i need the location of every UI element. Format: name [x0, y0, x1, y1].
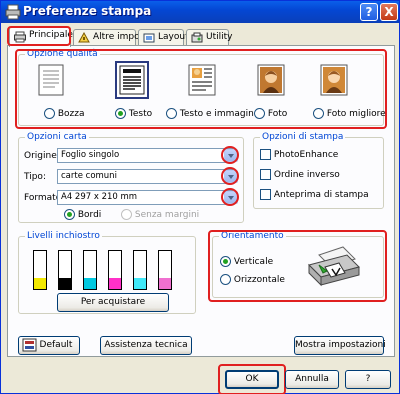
draft-document-icon [38, 64, 64, 96]
ink-cartridge-cap [108, 250, 122, 255]
borderless-option: Senza margini [121, 209, 199, 220]
paper-legend: Opzioni carta [25, 132, 89, 142]
ink-cartridges [33, 250, 183, 292]
title-help-button[interactable]: ? [360, 3, 378, 21]
ink-cartridge [158, 250, 172, 290]
ink-level [159, 277, 171, 289]
layout-icon [143, 33, 155, 43]
quality-radio[interactable] [313, 108, 324, 119]
quality-option-text-image[interactable]: Testo e immagine [166, 108, 259, 119]
window-title: Preferenze stampa [23, 4, 152, 18]
highlight-ring [7, 26, 71, 46]
landscape-radio[interactable] [220, 274, 231, 285]
paper-type-select[interactable]: carte comuni [57, 169, 233, 184]
show-settings-button[interactable]: Mostra impostazioni [294, 336, 386, 355]
tab-layout[interactable]: Layout [138, 29, 189, 46]
tab-altre-impost[interactable]: Altre impost. [73, 29, 151, 46]
ink-level [84, 277, 96, 289]
paper-size-select[interactable]: A4 297 x 210 mm [57, 190, 233, 205]
text-document-icon [119, 65, 145, 95]
ink-cartridge [83, 250, 97, 290]
borders-radio[interactable] [64, 209, 75, 220]
quality-option-text[interactable]: Testo [115, 108, 152, 119]
print-preferences-window: Preferenze stampa ? X Principale Altre i… [0, 0, 400, 394]
title-bar: Preferenze stampa ? X [1, 1, 399, 23]
ink-cartridge [133, 250, 147, 290]
paper-source-label: Origine: [24, 151, 60, 161]
print-options-legend: Opzioni di stampa [260, 132, 346, 142]
photo-document-icon [257, 64, 285, 96]
highlight-circle [221, 188, 239, 206]
quality-option-best-photo[interactable]: Foto migliore [313, 108, 386, 119]
text-and-image-document-icon [188, 64, 216, 96]
quality-option-photo[interactable]: Foto [254, 108, 287, 119]
quality-radio[interactable] [44, 108, 55, 119]
cancel-button[interactable]: Annulla [285, 370, 339, 389]
settings-icon [78, 32, 90, 43]
ink-level [34, 277, 46, 289]
title-close-button[interactable]: X [380, 3, 398, 21]
ink-cartridge [33, 250, 47, 290]
ink-level [109, 277, 121, 289]
ink-cartridge-cap [33, 250, 47, 255]
ink-cartridge [58, 250, 72, 290]
reverse-order-option[interactable]: Ordine inverso [260, 169, 340, 180]
tab-utility[interactable]: Utility [186, 29, 233, 46]
ink-cartridge-cap [158, 250, 172, 255]
paper-source-select[interactable]: Foglio singolo [57, 148, 233, 163]
quality-radio[interactable] [115, 108, 126, 119]
technical-support-button[interactable]: Assistenza tecnica [100, 336, 192, 355]
ink-level [59, 277, 71, 289]
print-preview-option[interactable]: Anteprima di stampa [260, 189, 369, 200]
quality-radio[interactable] [166, 108, 177, 119]
ink-cartridge [108, 250, 122, 290]
utility-icon [191, 32, 203, 43]
tab-label: Layout [158, 32, 189, 42]
tab-label: Utility [206, 32, 233, 42]
ink-cartridge-cap [58, 250, 72, 255]
quality-option-draft[interactable]: Bozza [44, 108, 85, 119]
reverse-order-checkbox[interactable] [260, 169, 271, 180]
best-photo-document-icon [320, 64, 348, 96]
help-button[interactable]: ? [345, 370, 391, 389]
buy-ink-button[interactable]: Per acquistare [57, 293, 169, 312]
print-preview-checkbox[interactable] [260, 189, 271, 200]
ink-level [134, 277, 146, 289]
paper-type-label: Tipo: [24, 172, 46, 182]
printer-orientation-icon [308, 246, 360, 287]
orientation-portrait-option[interactable]: Verticale [220, 256, 273, 267]
default-icon [22, 338, 37, 352]
borderless-radio [121, 209, 132, 220]
highlight-ring [218, 364, 286, 394]
main-panel: Opzione qualità Bozza Testo Testo e imma… [7, 45, 395, 357]
photo-enhance-checkbox[interactable] [260, 149, 271, 160]
portrait-radio[interactable] [220, 256, 231, 267]
highlight-circle [221, 167, 239, 185]
ink-levels-legend: Livelli inchiostro [25, 231, 102, 241]
borders-option[interactable]: Bordi [64, 209, 101, 220]
photo-enhance-option[interactable]: PhotoEnhance [260, 149, 338, 160]
printer-icon [5, 4, 21, 20]
ink-cartridge-cap [133, 250, 147, 255]
highlight-circle [221, 146, 239, 164]
quality-radio[interactable] [254, 108, 265, 119]
orientation-landscape-option[interactable]: Orizzontale [220, 274, 285, 285]
ink-cartridge-cap [83, 250, 97, 255]
